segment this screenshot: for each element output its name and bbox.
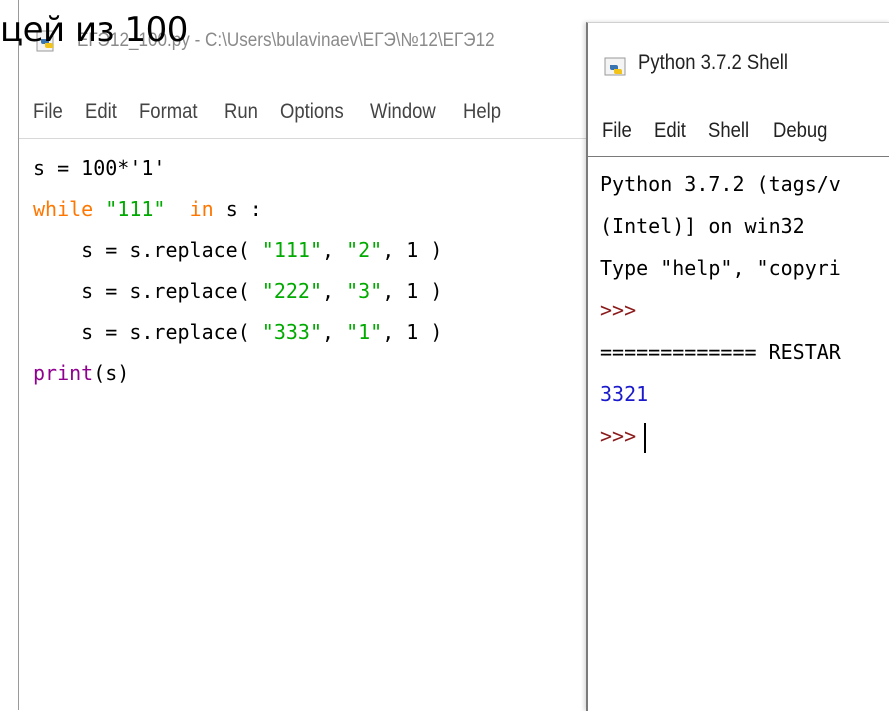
shell-divider [588, 156, 889, 157]
shell-menubar: File Edit Shell Debug [588, 111, 889, 151]
menu-file[interactable]: File [33, 100, 66, 124]
shell-menu-shell[interactable]: Shell [708, 119, 753, 143]
code-line: s = s.replace( "333", "1", 1 ) [33, 320, 443, 344]
shell-title: Python 3.7.2 Shell [638, 51, 788, 74]
code-line: while "111" in s : [33, 197, 262, 221]
shell-line: (Intel)] on win32 [600, 214, 805, 238]
text-cursor [644, 422, 647, 453]
shell-menu-debug[interactable]: Debug [773, 119, 831, 143]
shell-prompt: >>> [600, 298, 637, 322]
code-line: s = s.replace( "111", "2", 1 ) [33, 238, 443, 262]
shell-result: 3321 [600, 382, 649, 406]
menu-window[interactable]: Window [370, 100, 439, 124]
editor-menubar: File Edit Format Run Options Window Help [19, 92, 587, 132]
shell-titlebar[interactable]: Python 3.7.2 Shell [588, 23, 889, 103]
menu-options[interactable]: Options [280, 100, 347, 124]
shell-input-line[interactable]: >>> [600, 415, 889, 457]
menu-edit[interactable]: Edit [85, 100, 120, 124]
slide-overlay-text: цей из 100 [0, 10, 188, 50]
shell-menu-edit[interactable]: Edit [654, 119, 689, 143]
shell-output[interactable]: Python 3.7.2 (tags/v (Intel)] on win32 Typ… [600, 163, 889, 457]
code-line: s = s.replace( "222", "3", 1 ) [33, 279, 443, 303]
code-editor[interactable]: s = 100*'1' while "111" in s : s = s.repl… [33, 148, 442, 394]
python-shell-icon [604, 57, 626, 76]
shell-prompt: >>> [600, 424, 637, 448]
code-line: s = 100*'1' [33, 156, 166, 180]
shell-line: Type "help", "copyri [600, 256, 841, 280]
menu-help[interactable]: Help [463, 100, 505, 124]
editor-window: ЕГЭ12_100.py - C:\Users\bulavinaev\ЕГЭ\№… [18, 0, 587, 710]
shell-menu-file[interactable]: File [602, 119, 635, 143]
menu-run[interactable]: Run [224, 100, 261, 124]
shell-restart-line: ============= RESTAR [600, 340, 841, 364]
shell-line: Python 3.7.2 (tags/v [600, 172, 841, 196]
menu-format[interactable]: Format [139, 100, 201, 124]
code-line: print(s) [33, 361, 130, 385]
shell-window: Python 3.7.2 Shell File Edit Shell Debug… [586, 22, 889, 711]
editor-divider [19, 138, 587, 139]
